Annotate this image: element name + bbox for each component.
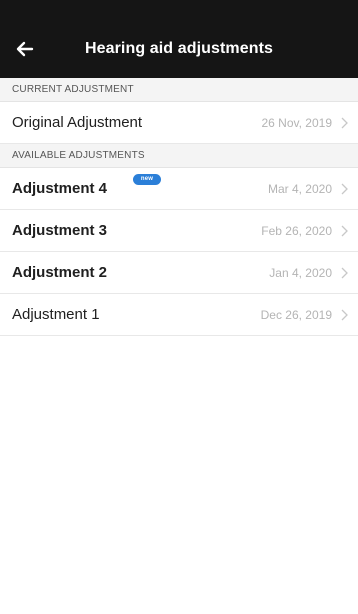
list-item-date: Feb 26, 2020	[261, 224, 332, 238]
list-item-date: Jan 4, 2020	[269, 266, 332, 280]
chevron-right-icon	[341, 267, 348, 279]
page-title: Hearing aid adjustments	[84, 40, 274, 57]
app-header: Hearing aid adjustments	[0, 0, 358, 78]
new-badge: new	[133, 174, 161, 185]
list-item-label: Original Adjustment	[12, 114, 143, 131]
list-item-adjustment-4[interactable]: Adjustment 4 new Mar 4, 2020	[0, 168, 358, 210]
list-item-adjustment-1[interactable]: Adjustment 1 Dec 26, 2019	[0, 294, 358, 336]
chevron-right-icon	[341, 117, 348, 129]
list-item-label: Adjustment 4	[12, 180, 108, 197]
chevron-right-icon	[341, 225, 348, 237]
section-header-available: AVAILABLE ADJUSTMENTS	[0, 144, 358, 168]
list-item-adjustment-2[interactable]: Adjustment 2 Jan 4, 2020	[0, 252, 358, 294]
list-item-date: 26 Nov, 2019	[261, 116, 333, 130]
list-item-date: Mar 4, 2020	[267, 182, 332, 196]
list-item-label: Adjustment 2	[12, 264, 108, 281]
list-item-adjustment-3[interactable]: Adjustment 3 Feb 26, 2020	[0, 210, 358, 252]
section-header-current: CURRENT ADJUSTMENT	[0, 78, 358, 102]
list-item-date: Dec 26, 2019	[260, 308, 332, 322]
list-item-label: Adjustment 1	[12, 306, 100, 323]
list-item-original-adjustment[interactable]: Original Adjustment 26 Nov, 2019	[0, 102, 358, 144]
list-item-label: Adjustment 3	[12, 222, 108, 239]
chevron-right-icon	[341, 183, 348, 195]
chevron-right-icon	[341, 309, 348, 321]
